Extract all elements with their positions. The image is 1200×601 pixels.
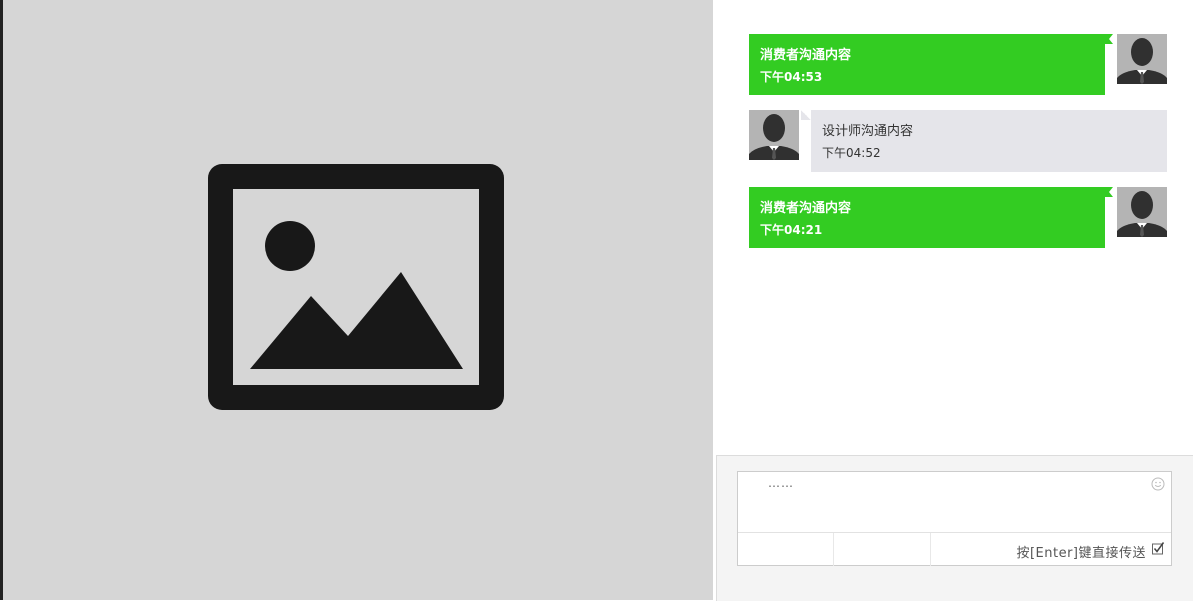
avatar[interactable] bbox=[1117, 34, 1167, 84]
message-text: 消费者沟通内容 bbox=[760, 48, 852, 63]
chat-message-consumer: 消费者沟通内容 下午04:53 bbox=[749, 34, 1167, 95]
bubble-tail bbox=[1105, 187, 1113, 197]
chat-panel: 消费者沟通内容 下午04:53 设计师沟通内容 下午04:52 消费者沟通内容 … bbox=[713, 0, 1200, 601]
avatar[interactable] bbox=[749, 110, 799, 160]
bubble-tail bbox=[1105, 34, 1113, 44]
message-text: 消费者沟通内容 bbox=[760, 201, 852, 216]
designer-message-bubble: 设计师沟通内容 下午04:52 bbox=[801, 110, 1167, 172]
message-input[interactable]: …… 按[Enter]键直接传送 bbox=[737, 471, 1172, 566]
chat-message-designer: 设计师沟通内容 下午04:52 bbox=[749, 110, 1167, 172]
composer-toolbar: 按[Enter]键直接传送 bbox=[738, 532, 1171, 566]
message-time: 下午04:21 bbox=[760, 223, 823, 237]
image-placeholder-icon bbox=[208, 164, 504, 410]
smile-icon[interactable] bbox=[1151, 477, 1165, 491]
message-time: 下午04:52 bbox=[822, 146, 881, 160]
message-composer: …… 按[Enter]键直接传送 bbox=[716, 455, 1193, 601]
image-preview-panel bbox=[3, 0, 713, 600]
chat-message-consumer: 消费者沟通内容 下午04:21 bbox=[749, 187, 1167, 248]
message-input-text: …… bbox=[768, 476, 794, 490]
user-avatar-icon bbox=[1117, 34, 1167, 84]
toolbar-divider bbox=[833, 533, 834, 566]
avatar[interactable] bbox=[1117, 187, 1167, 237]
toolbar-divider bbox=[930, 533, 931, 566]
message-time: 下午04:53 bbox=[760, 70, 823, 84]
checkbox-checked-icon[interactable] bbox=[1151, 541, 1165, 555]
consumer-message-bubble: 消费者沟通内容 下午04:53 bbox=[749, 34, 1113, 95]
bubble-tail bbox=[801, 110, 811, 120]
message-text: 设计师沟通内容 bbox=[822, 124, 914, 139]
consumer-message-bubble: 消费者沟通内容 下午04:21 bbox=[749, 187, 1113, 248]
send-on-enter-label: 按[Enter]键直接传送 bbox=[1016, 546, 1146, 561]
user-avatar-icon bbox=[1117, 187, 1167, 237]
user-avatar-icon bbox=[749, 110, 799, 160]
